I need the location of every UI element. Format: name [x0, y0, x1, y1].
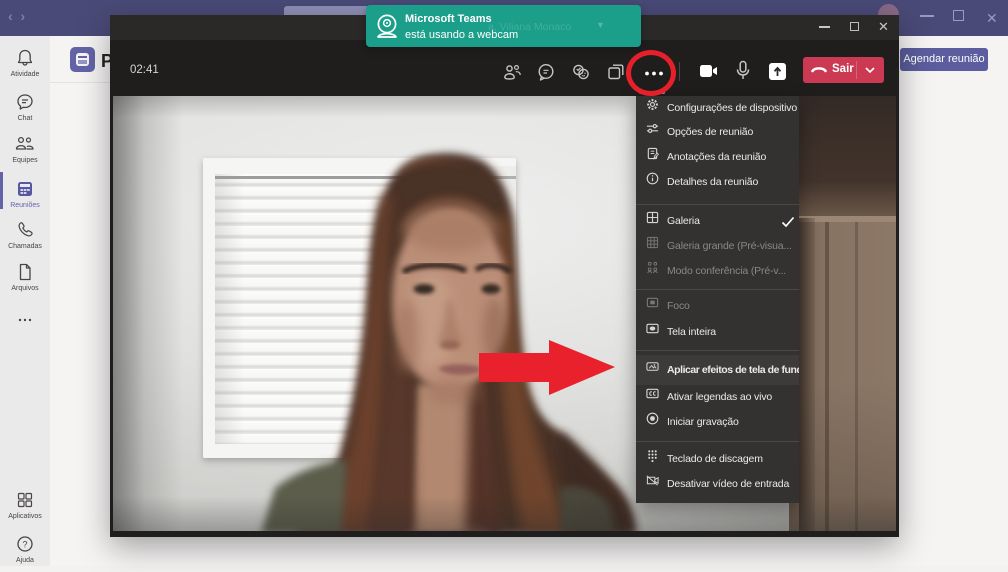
- svg-text:?: ?: [22, 540, 27, 550]
